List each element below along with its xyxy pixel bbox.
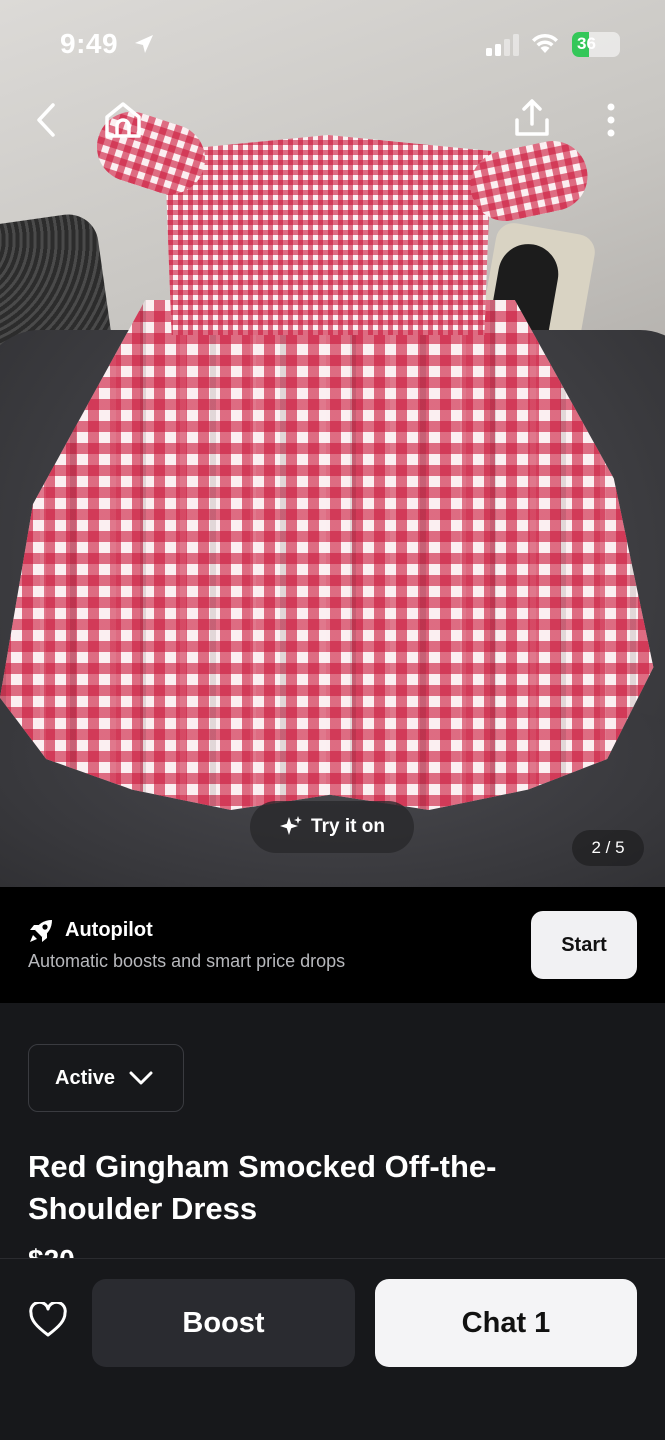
rocket-icon: [28, 918, 54, 949]
more-options-button[interactable]: [596, 98, 626, 142]
dress-bodice: [164, 135, 492, 335]
share-button[interactable]: [510, 96, 554, 140]
try-it-on-label: Try it on: [311, 816, 385, 837]
listing-status-dropdown[interactable]: Active: [28, 1044, 184, 1112]
back-button[interactable]: [28, 100, 64, 140]
listing-title: Red Gingham Smocked Off-the-Shoulder Dre…: [28, 1149, 497, 1226]
photo-counter: 2 / 5: [572, 830, 644, 866]
more-vertical-icon: [607, 103, 615, 137]
chevron-left-icon: [37, 103, 55, 137]
favorite-button[interactable]: [28, 1300, 68, 1340]
cellular-signal-icon: [486, 34, 520, 61]
listing-status-label: Active: [55, 1066, 116, 1089]
chat-button[interactable]: Chat 1: [375, 1279, 637, 1367]
battery-level: 36: [577, 34, 596, 53]
listing-photo[interactable]: 9:49 36 Try it on 2 / 5: [0, 0, 665, 887]
sparkle-icon: [280, 816, 303, 835]
chevron-down-icon: [129, 1071, 153, 1085]
try-it-on-button[interactable]: Try it on: [250, 801, 414, 853]
home-icon: [105, 102, 141, 138]
home-button[interactable]: [100, 98, 146, 142]
wifi-icon: [530, 31, 560, 60]
location-arrow-icon: [133, 33, 155, 60]
battery-indicator: 36: [572, 32, 620, 57]
status-time: 9:49: [60, 28, 119, 59]
autopilot-title: Autopilot: [65, 919, 153, 941]
heart-icon: [29, 1302, 67, 1337]
autopilot-start-button[interactable]: Start: [531, 911, 637, 979]
autopilot-subtitle: Automatic boosts and smart price drops: [28, 951, 346, 971]
boost-button[interactable]: Boost: [92, 1279, 355, 1367]
status-bar: 9:49 36: [0, 0, 665, 90]
share-icon: [515, 99, 549, 136]
